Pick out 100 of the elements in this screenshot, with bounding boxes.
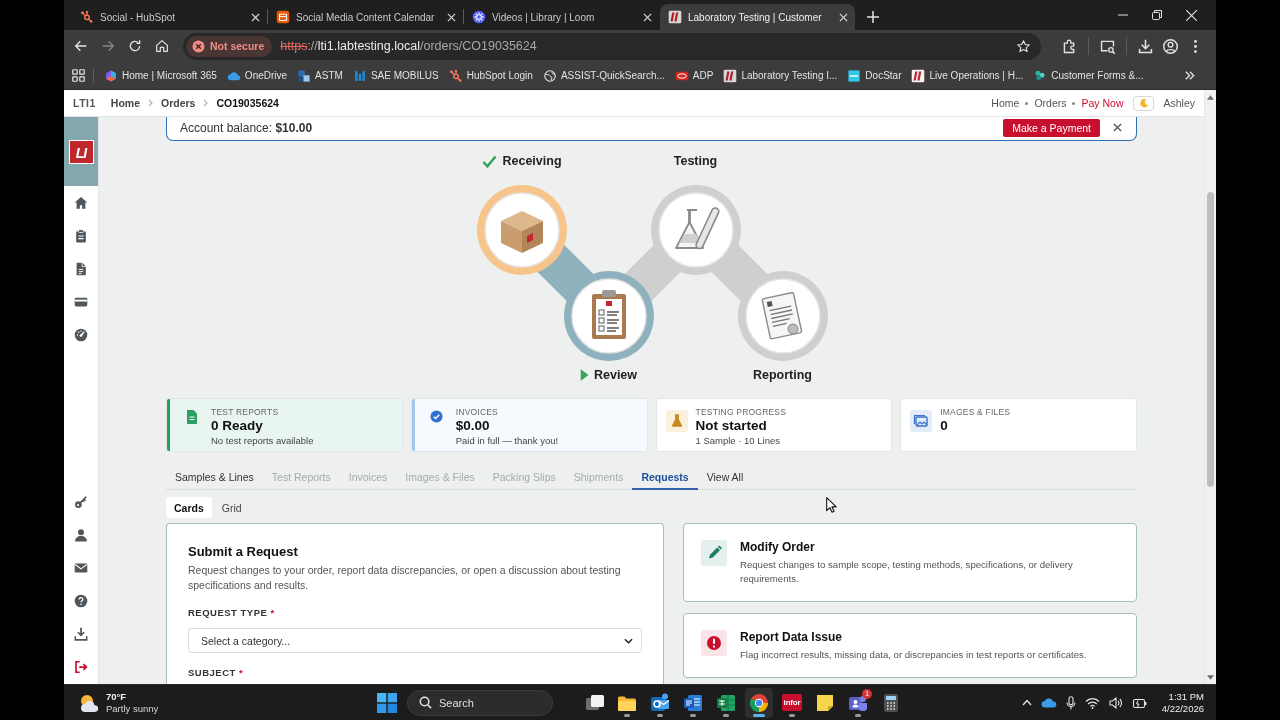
bookmark-link[interactable]: HubSpot Login bbox=[443, 68, 538, 83]
clock-date[interactable]: 4/22/2026 bbox=[1161, 702, 1204, 715]
key-icon[interactable] bbox=[74, 495, 88, 509]
stat-label: IMAGES & FILES bbox=[940, 407, 1011, 417]
browser-tab[interactable]: Videos | Library | Loom bbox=[464, 4, 659, 30]
bookmark-link[interactable]: ASTM bbox=[292, 68, 348, 83]
clipboard-icon bbox=[591, 290, 626, 339]
tab[interactable]: Samples & Lines bbox=[166, 466, 263, 490]
step-label: Review bbox=[593, 368, 638, 382]
card-title: Submit a Request bbox=[188, 544, 299, 559]
credit-card-icon[interactable] bbox=[74, 295, 88, 309]
start-icon[interactable] bbox=[377, 692, 397, 713]
microphone-icon[interactable] bbox=[1065, 695, 1076, 710]
bookmark-link[interactable]: Laboratory Testing I... bbox=[718, 68, 843, 83]
sticky-note-icon bbox=[815, 692, 835, 713]
mouse-pointer-icon bbox=[826, 497, 837, 513]
box-icon bbox=[500, 211, 543, 253]
wifi-icon[interactable] bbox=[1084, 696, 1100, 709]
tab[interactable]: Requests bbox=[632, 466, 698, 490]
stat-label: INVOICES bbox=[455, 407, 499, 417]
card-title: Modify Order bbox=[740, 540, 816, 554]
chevron-up-icon[interactable] bbox=[1021, 699, 1032, 706]
apps-grid-icon[interactable] bbox=[72, 69, 85, 82]
bookmark-link[interactable]: SAE MOBILUS bbox=[347, 68, 444, 83]
logout-icon[interactable] bbox=[74, 660, 88, 674]
taskbar-search-field[interactable]: Search bbox=[407, 689, 553, 716]
home-icon[interactable] bbox=[74, 196, 88, 210]
squares-logo-icon bbox=[297, 68, 312, 83]
view-toggle-button[interactable]: Cards bbox=[166, 497, 212, 518]
restore-icon[interactable] bbox=[1152, 10, 1162, 20]
bookmark-link[interactable]: Home | Microsoft 365 bbox=[99, 68, 222, 83]
chevron-down-icon bbox=[624, 637, 633, 644]
field-label: SUBJECT * bbox=[188, 667, 245, 679]
nav-link[interactable]: Home bbox=[991, 96, 1020, 110]
cloud-icon[interactable] bbox=[1040, 697, 1057, 708]
bookmark-link[interactable]: Live Operations | H... bbox=[906, 68, 1029, 83]
action-card[interactable]: Report Data Issue Flag incorrect results, missing data, or discrepancies in test reports or certificates. bbox=[683, 613, 1137, 678]
security-chip[interactable]: Not secure bbox=[186, 35, 273, 57]
weather-temperature: 70°F bbox=[106, 690, 128, 703]
select-field[interactable]: Select a category... bbox=[188, 628, 642, 653]
step-connector bbox=[710, 244, 768, 302]
new-tab-icon[interactable] bbox=[867, 11, 879, 23]
nav-link[interactable]: Orders bbox=[1034, 96, 1067, 110]
flask-icon bbox=[665, 410, 688, 432]
double-chevron-icon[interactable] bbox=[1184, 70, 1195, 81]
profile-icon[interactable] bbox=[1162, 37, 1179, 55]
view-toggle-button[interactable]: Grid bbox=[213, 497, 250, 518]
card-title: Report Data Issue bbox=[740, 630, 844, 644]
clipboard-icon[interactable] bbox=[74, 229, 88, 243]
clock-time[interactable]: 1:31 PM bbox=[1168, 690, 1204, 703]
nav-link[interactable]: Pay Now bbox=[1081, 96, 1124, 110]
breadcrumb-link[interactable]: Home bbox=[110, 96, 140, 110]
action-card[interactable]: Modify Order Request changes to sample scope, testing methods, specifications, or delivery requirements. bbox=[683, 523, 1137, 602]
url-text: https://lti1.labtesting.local/orders/CO19035624 bbox=[280, 39, 537, 53]
bookmark-link[interactable]: Customer Forms &... bbox=[1028, 68, 1149, 83]
make-payment-button[interactable]: Make a Payment bbox=[1003, 118, 1100, 137]
close-icon[interactable] bbox=[1113, 123, 1122, 132]
document-icon[interactable] bbox=[74, 262, 88, 276]
browser-app-icon bbox=[749, 692, 769, 713]
theme-toggle-button[interactable] bbox=[1133, 95, 1155, 111]
taskbar-app-button[interactable] bbox=[745, 687, 773, 718]
help-icon[interactable] bbox=[74, 594, 88, 608]
mail-app-icon bbox=[650, 692, 670, 713]
bookmark-link[interactable]: ASSIST-QuickSearch... bbox=[537, 68, 670, 83]
user-icon[interactable] bbox=[74, 528, 88, 542]
task-view-icon bbox=[584, 692, 604, 713]
bars-logo-icon bbox=[352, 68, 367, 83]
download-icon[interactable] bbox=[74, 627, 88, 641]
browser-tab[interactable]: Laboratory Testing | Customer bbox=[660, 4, 855, 30]
speaker-icon[interactable] bbox=[1108, 696, 1123, 709]
stat-value: Not started bbox=[695, 418, 768, 433]
download-icon[interactable] bbox=[1137, 37, 1154, 55]
tab[interactable]: View All bbox=[697, 466, 753, 490]
bookmark-link[interactable]: ADP bbox=[669, 68, 719, 83]
scroll-up-icon[interactable] bbox=[1207, 95, 1214, 100]
star-icon[interactable] bbox=[1016, 38, 1031, 54]
weather-icon[interactable] bbox=[78, 692, 100, 713]
scroll-down-icon[interactable] bbox=[1207, 675, 1214, 680]
stat-note: 1 Sample · 10 Lines bbox=[695, 435, 781, 446]
browser-tab[interactable]: Social - HubSpot bbox=[72, 4, 267, 30]
address-bar[interactable]: Not secure https://lti1.labtesting.local/orders/CO19035624 bbox=[183, 32, 1041, 60]
battery-icon[interactable] bbox=[1131, 696, 1147, 709]
chevron-right-icon bbox=[203, 99, 209, 107]
user-menu[interactable]: Ashley bbox=[1163, 96, 1195, 110]
bookmark-link[interactable]: DocStar bbox=[842, 68, 907, 83]
home-icon[interactable] bbox=[153, 38, 170, 54]
brand-logo: LI bbox=[68, 139, 94, 164]
back-icon[interactable] bbox=[72, 38, 89, 54]
scrollbar-thumb[interactable] bbox=[1207, 192, 1214, 487]
mail-icon[interactable] bbox=[74, 561, 88, 575]
calculator-icon bbox=[881, 692, 901, 713]
spreadsheet-app-icon bbox=[716, 692, 736, 713]
breadcrumb-link[interactable]: Orders bbox=[161, 96, 196, 110]
asterisk-logo-icon bbox=[472, 10, 486, 24]
slash-logo-icon bbox=[668, 10, 682, 24]
browser-tab[interactable]: Social Media Content Calendar bbox=[268, 4, 463, 30]
taskbar-app-button[interactable]: infor bbox=[778, 687, 806, 718]
bookmark-link[interactable]: OneDrive bbox=[221, 68, 293, 83]
gauge-icon[interactable] bbox=[74, 328, 88, 342]
hexagon-logo-icon bbox=[104, 68, 118, 83]
